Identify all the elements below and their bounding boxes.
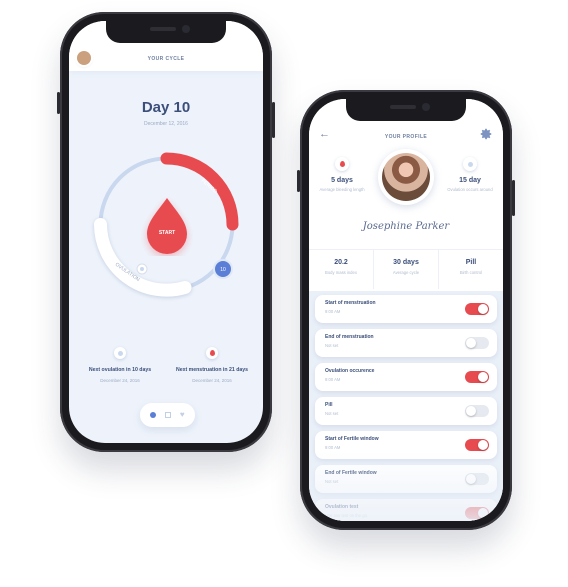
- drop-icon: [206, 347, 218, 359]
- volume-button: [297, 170, 300, 192]
- ovulation-day-label: Ovulation occurs around: [447, 187, 493, 192]
- heart-icon[interactable]: ♥: [180, 411, 185, 419]
- ovulation-icon: [463, 157, 477, 171]
- profile-name: Josephine Parker: [362, 221, 450, 232]
- cycle-date: December 12, 2016: [144, 121, 188, 127]
- toggle-switch[interactable]: [465, 371, 489, 383]
- power-button: [512, 180, 515, 216]
- birth-control-stat: Pill Birth control: [459, 259, 483, 275]
- next-ovulation: Next ovulation in 10 days December 24, 2…: [75, 347, 165, 383]
- phone-right: ← YOUR PROFILE 5 days Average bleeding l…: [297, 90, 515, 530]
- expand-icon[interactable]: [165, 412, 172, 418]
- profile-header: ← YOUR PROFILE 5 days Average bleeding l…: [309, 99, 503, 291]
- notch: [346, 99, 466, 121]
- notch: [106, 21, 226, 43]
- setting-row[interactable]: End of menstruation Not set: [315, 329, 497, 357]
- bleeding-length-stat: 5 days Average bleeding length: [310, 157, 374, 192]
- profile-photo[interactable]: [378, 149, 434, 205]
- phone-left: YOUR CYCLE Day 10 December 12, 2016 PERI…: [57, 12, 275, 452]
- cycle-day: Day 10: [141, 99, 191, 116]
- next-ovulation-title: Next ovulation in 10 days: [88, 367, 152, 373]
- average-cycle-stat: 30 days Average cycle: [374, 250, 439, 289]
- blood-drop-icon: [147, 198, 187, 254]
- screen-title: YOUR PROFILE: [384, 134, 428, 140]
- setting-row[interactable]: Start of menstruation 9:00 AM: [315, 295, 497, 323]
- settings-list: Start of menstruation 9:00 AM End of mens…: [309, 291, 503, 521]
- bleeding-length-label: Average bleeding length: [319, 187, 365, 192]
- gear-icon[interactable]: [479, 127, 493, 141]
- setting-row[interactable]: End of Fertile window Not set: [315, 465, 497, 493]
- toggle-switch[interactable]: [465, 439, 489, 451]
- start-label: START: [158, 230, 176, 236]
- volume-button: [57, 92, 60, 114]
- toggle-switch[interactable]: [465, 337, 489, 349]
- toggle-switch[interactable]: [465, 405, 489, 417]
- current-day-number: 10: [220, 267, 226, 273]
- toggle-switch[interactable]: [465, 303, 489, 315]
- cycle-screen: YOUR CYCLE Day 10 December 12, 2016 PERI…: [69, 21, 263, 443]
- body-stats: 20.2 Body mass index 30 days Average cycle…: [309, 249, 503, 289]
- setting-row[interactable]: Pill Not set: [315, 397, 497, 425]
- profile-screen: ← YOUR PROFILE 5 days Average bleeding l…: [309, 99, 503, 521]
- setting-row[interactable]: Start of Fertile window 9:00 AM: [315, 431, 497, 459]
- drop-icon: [335, 157, 349, 171]
- dot-icon[interactable]: [150, 412, 157, 418]
- bmi-stat: 20.2 Body mass index: [309, 250, 374, 289]
- toggle-switch[interactable]: [465, 473, 489, 485]
- power-button: [272, 102, 275, 138]
- ovulation-icon: [114, 347, 126, 359]
- bottom-tabbar: ♥: [140, 403, 195, 427]
- bleeding-length-value: 5 days: [331, 177, 353, 184]
- start-button[interactable]: START: [139, 196, 195, 256]
- screen-title: YOUR CYCLE: [147, 56, 185, 62]
- ovulation-day-value: 15 day: [459, 177, 481, 184]
- ovulation-day-stat: 15 day Ovulation occurs around: [438, 157, 502, 192]
- setting-row[interactable]: Ovulation test Use ovu test on the go: [315, 499, 497, 521]
- next-ovulation-date: December 24, 2016: [100, 378, 140, 383]
- next-menstruation-title: Next menstruation in 21 days: [175, 367, 249, 373]
- setting-row[interactable]: Ovulation occurence 9:00 AM: [315, 363, 497, 391]
- toggle-switch[interactable]: [465, 507, 489, 519]
- next-menstruation-date: December 24, 2016: [192, 378, 232, 383]
- showcase-stage: YOUR CYCLE Day 10 December 12, 2016 PERI…: [0, 0, 568, 587]
- next-menstruation: Next menstruation in 21 days December 24…: [167, 347, 257, 383]
